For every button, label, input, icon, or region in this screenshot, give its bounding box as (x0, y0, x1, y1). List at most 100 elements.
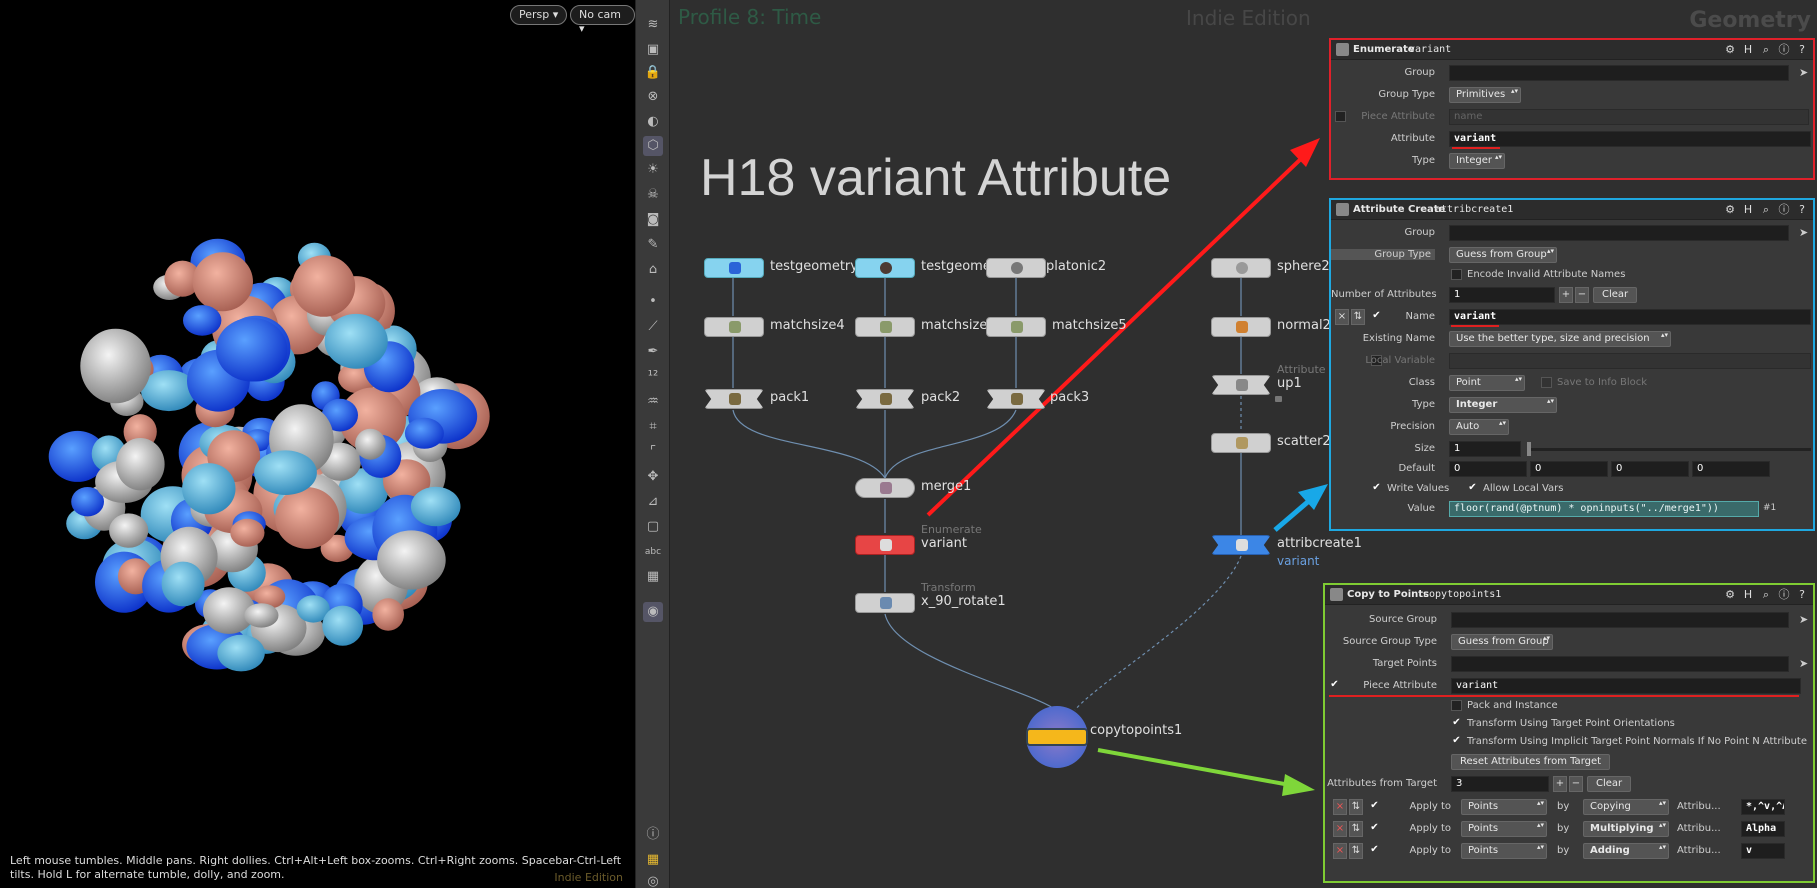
apply-to-menu[interactable]: Points (1461, 821, 1547, 837)
size-slider-track[interactable] (1527, 448, 1811, 451)
add-multiparm-button[interactable]: + (1559, 287, 1573, 303)
reorder-instance-button[interactable]: ⇅ (1349, 821, 1363, 837)
combine-mode-menu[interactable]: Adding (1583, 843, 1669, 859)
remove-multiparm-button[interactable]: − (1569, 776, 1583, 792)
size-input[interactable]: 1 (1449, 441, 1521, 457)
number-icon[interactable]: ¹² (643, 367, 663, 387)
search-icon[interactable]: ⌕ (1759, 43, 1773, 57)
reorder-instance-button[interactable]: ⇅ (1349, 799, 1363, 815)
node-testgeometry-rubbertoy[interactable]: testgeometry_ru (704, 258, 878, 278)
num-attributes-input[interactable]: 1 (1449, 287, 1555, 303)
grid-layout-icon[interactable]: ▦ (643, 850, 663, 870)
shading-icon[interactable]: ◐ (643, 112, 663, 132)
info-icon[interactable]: ⓘ (1777, 43, 1791, 57)
corner-icon[interactable]: ⌜ (643, 442, 663, 462)
light-icon[interactable]: ◉ (643, 602, 663, 622)
node-up1[interactable]: Attribute R up1 (1211, 363, 1337, 402)
reset-attributes-button[interactable]: Reset Attributes from Target (1451, 754, 1611, 770)
group-input[interactable] (1449, 225, 1789, 241)
point-display-icon[interactable]: • (643, 292, 663, 312)
measure-icon[interactable]: ⊿ (643, 492, 663, 512)
node-name-field[interactable]: attribcreate1 (1435, 204, 1513, 215)
node-matchsize5[interactable]: matchsize5 (986, 317, 1127, 337)
write-values-check-icon[interactable]: ✔ (1371, 483, 1382, 494)
light-bulb-icon[interactable]: ⬡ (643, 136, 663, 156)
clear-button[interactable]: Clear (1587, 776, 1632, 792)
source-group-input[interactable] (1451, 612, 1789, 628)
camera-menu-button[interactable]: No cam ▾ (570, 5, 635, 35)
group-type-menu[interactable]: Guess from Group (1449, 247, 1557, 263)
precision-menu[interactable]: Auto (1449, 419, 1509, 435)
attribute-name-input[interactable]: variant (1449, 309, 1811, 325)
node-attribcreate1[interactable]: attribcreate1 variant (1211, 535, 1362, 568)
node-name-field[interactable]: copytopoints1 (1423, 589, 1501, 600)
piece-attr-input[interactable]: name (1449, 109, 1809, 125)
encode-checkbox[interactable] (1451, 269, 1462, 280)
attributes-input[interactable]: *,^v,^A (1741, 799, 1785, 815)
gear-icon[interactable]: ⚙ (1723, 203, 1737, 217)
display-options-icon[interactable]: ≋ (643, 15, 663, 35)
remove-instance-button[interactable]: × (1333, 843, 1347, 859)
uv-icon[interactable]: ⌗ (643, 417, 663, 437)
apply-to-menu[interactable]: Points (1461, 799, 1547, 815)
local-variable-input[interactable] (1449, 353, 1811, 369)
node-pack2[interactable]: pack2 (855, 389, 960, 409)
help-h-icon[interactable]: H (1741, 43, 1755, 57)
value-expression-input[interactable]: floor(rand(@ptnum) * opninputs("../merge… (1449, 501, 1759, 517)
background-image-icon[interactable]: ▦ (643, 567, 663, 587)
info-icon[interactable]: ⓘ (1777, 203, 1791, 217)
remove-multiparm-button[interactable]: − (1575, 287, 1589, 303)
node-pack1[interactable]: pack1 (704, 389, 809, 409)
help-h-icon[interactable]: H (1741, 203, 1755, 217)
save-info-checkbox[interactable] (1541, 377, 1552, 388)
node-pack3[interactable]: pack3 (986, 389, 1089, 409)
transform-icon[interactable]: ✥ (643, 467, 663, 487)
allow-local-check-icon[interactable]: ✔ (1467, 483, 1478, 494)
implicit-check-icon[interactable]: ✔ (1451, 736, 1462, 747)
gear-icon[interactable]: ⚙ (1723, 43, 1737, 57)
paint-icon[interactable]: ♒ (643, 392, 663, 412)
default-w-input[interactable]: 0 (1692, 461, 1770, 477)
add-multiparm-button[interactable]: + (1553, 776, 1567, 792)
piece-attribute-input[interactable]: variant (1451, 678, 1801, 694)
help-h-icon[interactable]: H (1741, 588, 1755, 602)
search-icon[interactable]: ⌕ (1759, 588, 1773, 602)
close-circle-icon[interactable]: ⊗ (643, 87, 663, 107)
selection-arrow-icon[interactable]: ➤ (1799, 226, 1811, 240)
node-scatter2[interactable]: scatter2 (1211, 433, 1331, 453)
attrs-from-target-input[interactable]: 3 (1451, 776, 1549, 792)
pack-instance-checkbox[interactable] (1451, 700, 1462, 711)
group-input[interactable] (1449, 65, 1789, 81)
default-z-input[interactable]: 0 (1611, 461, 1689, 477)
enable-check-icon[interactable]: ✔ (1369, 801, 1380, 812)
selection-arrow-icon[interactable]: ➤ (1799, 657, 1811, 671)
node-x-90-rotate1[interactable]: Transform x_90_rotate1 (855, 581, 1006, 613)
type-menu[interactable]: Integer (1449, 397, 1557, 413)
combine-mode-menu[interactable]: Copying (1583, 799, 1669, 815)
remove-instance-button[interactable]: × (1333, 799, 1347, 815)
snapshot-icon[interactable]: ▣ (643, 40, 663, 60)
info-icon[interactable]: ⓘ (643, 825, 663, 845)
gear-icon[interactable]: ⚙ (1723, 588, 1737, 602)
text-label-icon[interactable]: abc (643, 542, 663, 562)
info-icon[interactable]: ⓘ (1777, 588, 1791, 602)
default-y-input[interactable]: 0 (1530, 461, 1608, 477)
group-type-menu[interactable]: Primitives (1449, 87, 1521, 103)
camera-icon[interactable]: ◙ (643, 210, 663, 230)
selection-arrow-icon[interactable]: ➤ (1799, 613, 1811, 627)
reorder-instance-button[interactable]: ⇅ (1349, 843, 1363, 859)
node-variant-enumerate[interactable]: Enumerate variant (855, 523, 982, 555)
attributes-input[interactable]: Alpha (1741, 821, 1785, 837)
render-icon[interactable]: ⌂ (643, 260, 663, 280)
attributes-input[interactable]: v (1741, 843, 1785, 859)
normal-display-icon[interactable]: ⟋ (643, 317, 663, 337)
node-merge1[interactable]: merge1 (855, 478, 971, 498)
default-x-input[interactable]: 0 (1449, 461, 1527, 477)
help-icon[interactable]: ? (1795, 203, 1809, 217)
search-icon[interactable]: ⌕ (1759, 203, 1773, 217)
help-icon[interactable]: ? (1795, 588, 1809, 602)
box-icon[interactable]: ▢ (643, 517, 663, 537)
node-name-field[interactable]: variant (1409, 44, 1451, 55)
node-copytopoints1[interactable] (1026, 706, 1088, 768)
class-menu[interactable]: Point (1449, 375, 1525, 391)
